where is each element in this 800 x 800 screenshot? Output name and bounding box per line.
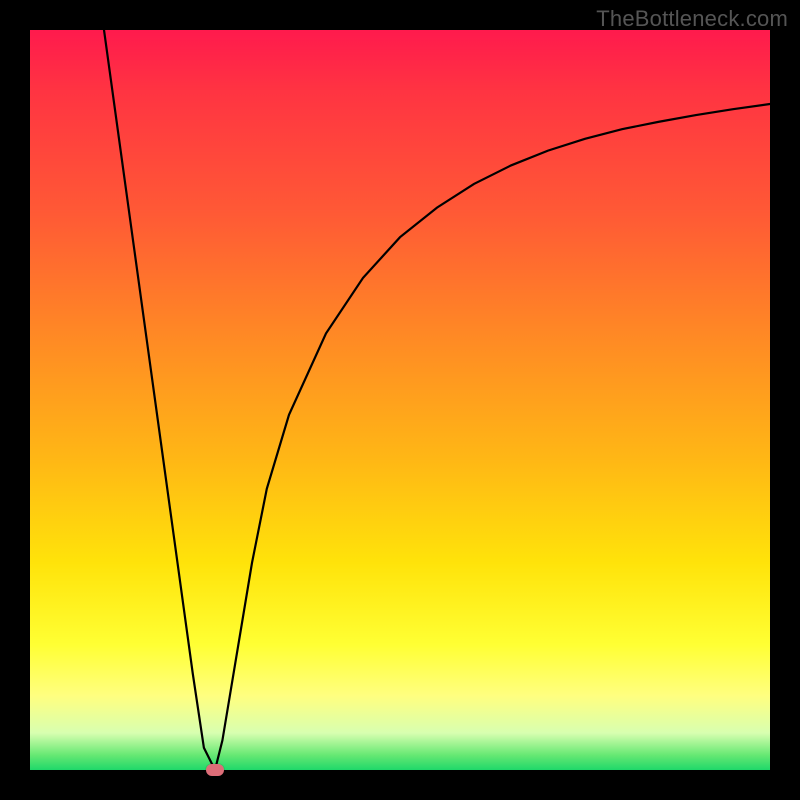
- min-marker: [206, 764, 224, 776]
- watermark-text: TheBottleneck.com: [596, 6, 788, 32]
- curve-line: [104, 30, 770, 770]
- plot-area: [30, 30, 770, 770]
- chart-svg: [30, 30, 770, 770]
- chart-frame: TheBottleneck.com: [0, 0, 800, 800]
